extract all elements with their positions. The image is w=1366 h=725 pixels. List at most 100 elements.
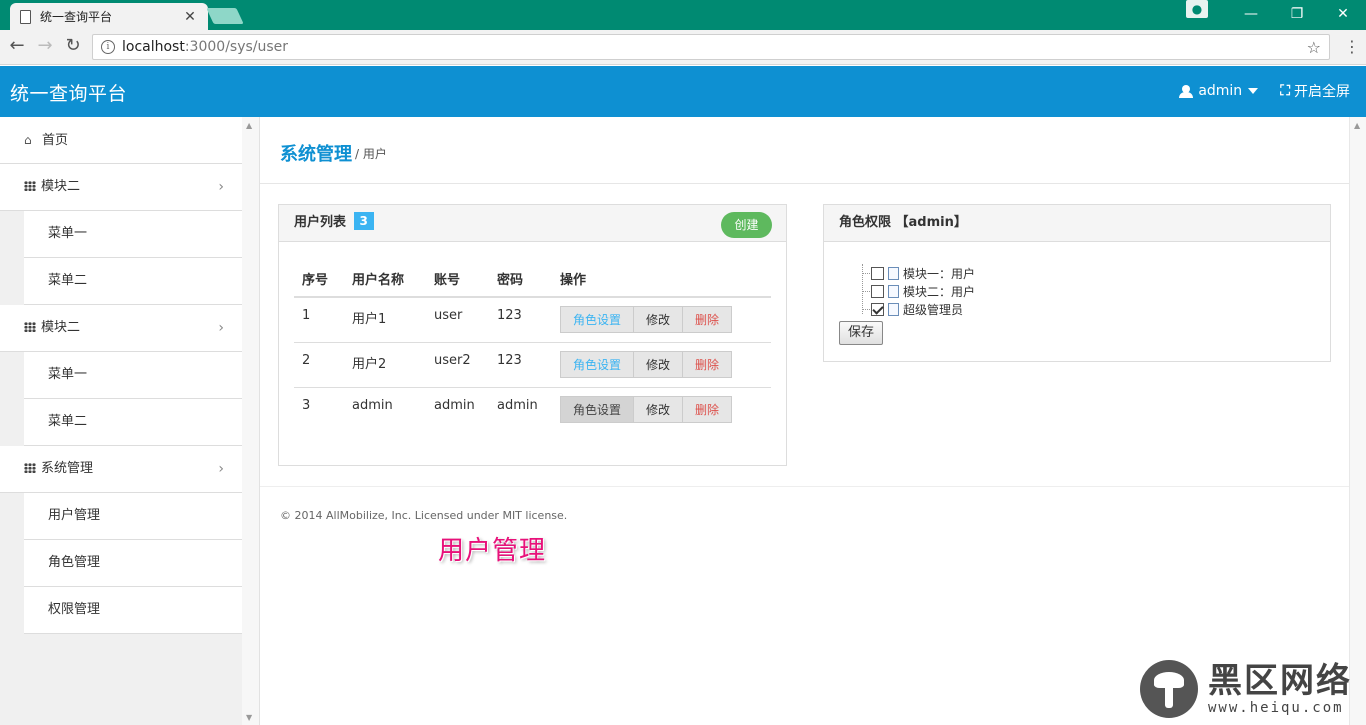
role-checkbox[interactable] [871, 284, 884, 298]
cell-account: user [426, 297, 489, 343]
edit-button[interactable]: 修改 [633, 350, 684, 378]
url-text[interactable]: localhost:3000/sys/user [122, 39, 1307, 55]
tab-close-icon[interactable]: ✕ [182, 9, 198, 25]
app-header: 统一查询平台 admin ⛶ 开启全屏 [0, 66, 1366, 117]
profile-icon[interactable]: ● [1186, 0, 1208, 18]
page-header: 系统管理 / 用户 [260, 117, 1349, 184]
page-title: 系统管理 [280, 144, 352, 165]
fullscreen-label: 开启全屏 [1294, 84, 1350, 100]
info-icon[interactable]: i [101, 40, 115, 54]
sidebar-item-label: 首页 [42, 133, 69, 148]
cell-name: 用户1 [344, 297, 426, 343]
app-brand[interactable]: 统一查询平台 [10, 79, 127, 106]
tree-branch [862, 290, 870, 292]
tree-branch [862, 308, 870, 310]
grid-icon [24, 322, 36, 332]
sidebar-item-label: 菜单一 [48, 367, 88, 382]
document-icon [888, 266, 899, 280]
cell-no: 3 [302, 397, 311, 413]
sidebar-item-label: 用户管理 [48, 508, 101, 523]
forward-button[interactable]: → [32, 35, 58, 59]
chevron-right-icon: › [218, 320, 224, 336]
back-button[interactable]: ← [4, 35, 30, 59]
bookmark-star-icon[interactable]: ☆ [1307, 38, 1321, 57]
role-permission-header: 角色权限 【admin】 [824, 205, 1330, 242]
reload-button[interactable]: ↻ [60, 35, 86, 59]
home-icon: ⌂ [24, 133, 32, 147]
table-row: 3 admin admin admin 角色设置 修改 删除 [294, 387, 771, 432]
cell-name: admin [352, 397, 393, 413]
role-tree: 模块一：用户 模块二：用户 超级管理员 [862, 264, 975, 318]
tree-branch [862, 272, 870, 274]
sidebar-group-module-b[interactable]: 模块二 › [0, 305, 242, 352]
sidebar-item-menu-2b[interactable]: 菜单二 [24, 399, 242, 446]
role-checkbox[interactable] [871, 266, 884, 280]
delete-button[interactable]: 删除 [682, 306, 733, 333]
sidebar-item-home[interactable]: ⌂ 首页 [0, 117, 242, 164]
column-header: 账号 [426, 260, 489, 298]
address-toolbar: ← → ↻ i localhost:3000/sys/user ☆ ⋮ [0, 30, 1366, 65]
role-permission-title: 角色权限 【admin】 [839, 215, 967, 230]
sidebar-item-label: 模块二 [41, 320, 81, 335]
copyright: © 2014 AllMobilize, Inc. Licensed under … [280, 509, 568, 522]
column-header: 操作 [552, 260, 771, 298]
sidebar-item-menu-1a[interactable]: 菜单一 [24, 211, 242, 258]
role-setting-button[interactable]: 角色设置 [560, 395, 635, 423]
role-label: 模块一：用户 [903, 266, 976, 281]
close-window-button[interactable]: ✕ [1320, 0, 1366, 30]
sidebar-item-users[interactable]: 用户管理 [24, 493, 242, 540]
role-checkbox[interactable] [871, 302, 884, 316]
sidebar-item-roles[interactable]: 角色管理 [24, 540, 242, 587]
sidebar-item-label: 模块二 [41, 179, 81, 194]
create-button[interactable]: 创建 [721, 212, 772, 238]
scroll-up-icon[interactable]: ▲ [1354, 121, 1360, 130]
browser-tab[interactable]: 统一查询平台 ✕ [10, 3, 208, 30]
sidebar-scrollbar[interactable]: ▲ ▼ [242, 117, 260, 725]
action-buttons: 角色设置 修改 删除 [560, 306, 733, 333]
user-menu[interactable]: admin [1178, 81, 1259, 101]
column-header: 密码 [489, 260, 552, 298]
sidebar-item-menu-2a[interactable]: 菜单二 [24, 258, 242, 305]
user-count-badge: 3 [353, 212, 374, 230]
tree-node: 模块一：用户 [862, 264, 975, 282]
main-scrollbar[interactable]: ▲ [1349, 117, 1366, 725]
role-setting-button[interactable]: 角色设置 [560, 350, 635, 378]
table-header-row: 序号 用户名称 账号 密码 操作 [294, 260, 771, 298]
role-label: 超级管理员 [903, 302, 964, 317]
page-icon [20, 9, 31, 24]
url-bar[interactable]: i localhost:3000/sys/user ☆ [92, 34, 1330, 60]
role-label: 模块二：用户 [903, 284, 976, 299]
fullscreen-button[interactable]: ⛶ 开启全屏 [1280, 81, 1350, 101]
action-buttons: 角色设置 修改 删除 [560, 395, 733, 423]
sidebar-group-module-a[interactable]: 模块二 › [0, 164, 242, 211]
scroll-down-icon[interactable]: ▼ [246, 713, 252, 722]
logo-text: 黑区网络 www.heiqu.com [1208, 662, 1352, 716]
action-buttons: 角色设置 修改 删除 [560, 350, 733, 378]
new-tab-button[interactable] [206, 8, 244, 24]
delete-button[interactable]: 删除 [682, 350, 733, 378]
role-setting-button[interactable]: 角色设置 [560, 306, 635, 333]
delete-button[interactable]: 删除 [682, 395, 733, 423]
minimize-button[interactable]: — [1228, 0, 1274, 30]
restore-button[interactable]: ❐ [1274, 0, 1320, 30]
sidebar-group-system[interactable]: 系统管理 › [0, 446, 242, 493]
logo-cn: 黑区网络 [1208, 661, 1352, 701]
caret-down-icon [1248, 88, 1259, 94]
sidebar-item-permissions[interactable]: 权限管理 [24, 587, 242, 634]
cell-name: 用户2 [344, 342, 426, 388]
scroll-up-icon[interactable]: ▲ [246, 121, 252, 130]
browser-menu-icon[interactable]: ⋮ [1344, 39, 1360, 55]
watermark-logo: 黑区网络 www.heiqu.com [1140, 660, 1352, 718]
breadcrumb: / 用户 [355, 147, 387, 161]
expand-icon: ⛶ [1280, 83, 1290, 99]
sidebar-item-menu-1b[interactable]: 菜单一 [24, 352, 242, 399]
cell-password: admin [497, 397, 538, 413]
user-table: 序号 用户名称 账号 密码 操作 1 用户1 user 123 角色设置 修改 … [294, 260, 771, 432]
save-button[interactable]: 保存 [839, 321, 883, 345]
users-icon [1178, 85, 1194, 98]
tree-node: 模块二：用户 [862, 282, 975, 300]
grid-icon [24, 463, 36, 473]
tab-title: 统一查询平台 [40, 10, 113, 24]
edit-button[interactable]: 修改 [633, 395, 684, 423]
edit-button[interactable]: 修改 [633, 306, 684, 333]
